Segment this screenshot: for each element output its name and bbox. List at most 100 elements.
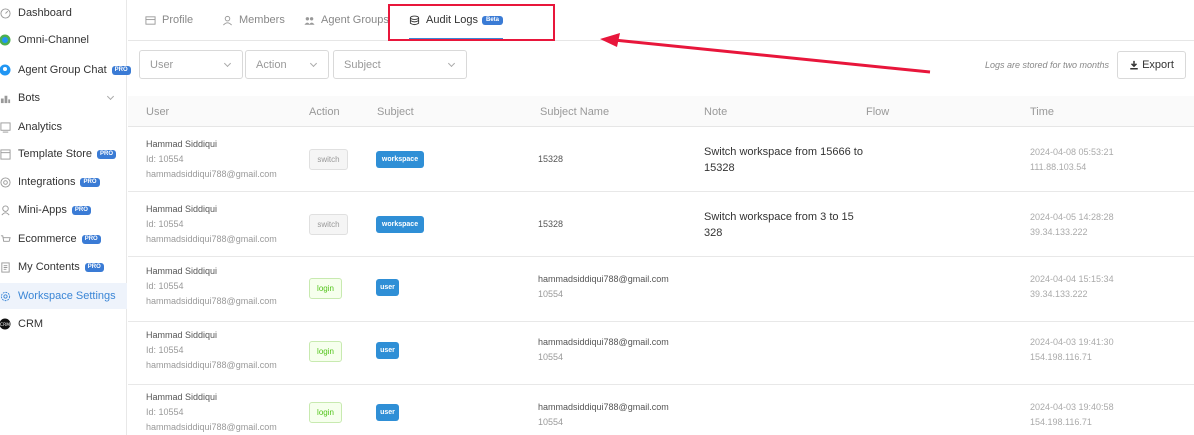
sidebar-item-label: Workspace Settings [18, 290, 116, 302]
column-header-subject: Subject [377, 106, 414, 118]
column-header-subject-name: Subject Name [540, 106, 610, 118]
subject-name-cell: hammadsiddiqui788@gmail.com 10554 [538, 335, 669, 365]
note-cell: Switch workspace from 15666 to 15328 [704, 146, 863, 174]
sidebar: Dashboard Omni-Channel Agent Group Chat … [0, 0, 131, 435]
subject-id: 10554 [538, 352, 564, 362]
user-id: Id: 10554 [146, 281, 184, 291]
subject-id: 10554 [538, 289, 564, 299]
retention-note: Logs are stored for two months [985, 60, 1110, 70]
tab-members[interactable]: Members [222, 0, 285, 40]
subject-name: hammadsiddiqui788@gmail.com [538, 337, 669, 347]
subject-name-cell: 15328 [538, 152, 563, 167]
ip-address: 111.88.103.54 [1030, 162, 1087, 172]
action-tag: login [309, 341, 342, 362]
sidebar-item-mini-apps[interactable]: Mini-Apps PRO [0, 197, 127, 223]
subject-tag: workspace [376, 151, 424, 168]
chevron-down-icon [223, 59, 232, 68]
crm-icon: CRM [0, 318, 11, 330]
template-store-icon [0, 148, 11, 160]
sidebar-item-label: CRM [18, 318, 44, 330]
integrations-icon [0, 176, 11, 188]
ip-address: 39.34.133.222 [1030, 289, 1088, 299]
filter-placeholder: User [150, 58, 174, 71]
column-header-flow: Flow [866, 106, 890, 118]
pro-badge: PRO [71, 205, 91, 215]
sidebar-item-omni-channel[interactable]: Omni-Channel [0, 27, 127, 53]
user-name: Hammad Siddiqui [146, 330, 218, 340]
export-label: Export [1142, 59, 1174, 71]
subject-name: 15328 [538, 219, 564, 229]
user-email: hammadsiddiqui788@gmail.com [146, 234, 277, 244]
svg-text:CRM: CRM [0, 322, 10, 328]
subject-name-cell: hammadsiddiqui788@gmail.com 10554 [538, 400, 669, 430]
user-cell: Hammad Siddiqui Id: 10554 hammadsiddiqui… [146, 390, 277, 435]
time-cell: 2024-04-03 19:40:58 154.198.116.71 [1030, 400, 1114, 430]
pro-badge: PRO [80, 177, 100, 187]
sidebar-item-my-contents[interactable]: My Contents PRO [0, 254, 127, 280]
members-icon [222, 15, 233, 26]
annotation-arrow [600, 33, 931, 74]
table-row: Hammad Siddiqui Id: 10554 hammadsiddiqui… [128, 258, 1194, 322]
sidebar-item-template-store[interactable]: Template Store PRO [0, 141, 127, 167]
time-cell: 2024-04-04 15:15:34 39.34.133.222 [1030, 272, 1114, 302]
sidebar-item-analytics[interactable]: Analytics [0, 114, 127, 140]
subject-filter-select[interactable]: Subject [333, 50, 467, 79]
sidebar-item-crm[interactable]: CRM CRM [0, 311, 127, 337]
tab-agent-groups[interactable]: Agent Groups [304, 0, 389, 40]
analytics-icon [0, 121, 11, 133]
subject-name: 15328 [538, 154, 564, 164]
user-name: Hammad Siddiqui [146, 204, 218, 214]
table-row: Hammad Siddiqui Id: 10554 hammadsiddiqui… [128, 128, 1194, 192]
column-header-note: Note [704, 106, 728, 118]
action-tag: login [309, 402, 342, 423]
mini-apps-icon [0, 204, 11, 216]
user-email: hammadsiddiqui788@gmail.com [146, 422, 277, 432]
sidebar-item-label: Ecommerce [18, 233, 77, 245]
bots-icon [0, 92, 11, 104]
user-email: hammadsiddiqui788@gmail.com [146, 169, 277, 179]
time-cell: 2024-04-08 05:53:21 111.88.103.54 [1030, 145, 1114, 175]
sidebar-item-label: Bots [18, 92, 41, 104]
dashboard-icon [0, 7, 11, 19]
timestamp: 2024-04-04 15:15:34 [1030, 274, 1114, 284]
subject-id: 10554 [538, 417, 564, 427]
sidebar-item-integrations[interactable]: Integrations PRO [0, 169, 127, 195]
sidebar-item-ecommerce[interactable]: Ecommerce PRO [0, 226, 127, 252]
pro-badge: PRO [96, 149, 116, 159]
profile-icon [145, 15, 156, 26]
column-header-user: User [146, 106, 170, 118]
user-id: Id: 10554 [146, 407, 184, 417]
timestamp: 2024-04-03 19:40:58 [1030, 402, 1114, 412]
sidebar-item-label: Integrations [18, 176, 76, 188]
table-row: Hammad Siddiqui Id: 10554 hammadsiddiqui… [128, 193, 1194, 257]
beta-badge: Beta [481, 15, 503, 25]
subject-name: hammadsiddiqui788@gmail.com [538, 402, 669, 412]
subject-tag: workspace [376, 216, 424, 233]
ip-address: 39.34.133.222 [1030, 227, 1088, 237]
main-content: Profile Members Agent Groups Audit Logs … [128, 0, 1194, 435]
tab-profile[interactable]: Profile [145, 0, 193, 40]
subject-tag: user [376, 404, 399, 421]
sidebar-item-workspace-settings[interactable]: Workspace Settings [0, 283, 127, 309]
sidebar-item-agent-group-chat[interactable]: Agent Group Chat PRO [0, 57, 131, 83]
omni-channel-icon [0, 34, 11, 46]
export-button[interactable]: Export [1117, 51, 1186, 79]
table-row: Hammad Siddiqui Id: 10554 hammadsiddiqui… [128, 321, 1194, 385]
tab-audit-logs[interactable]: Audit Logs Beta [409, 0, 503, 40]
table-header: User Action Subject Subject Name Note Fl… [128, 96, 1194, 127]
ip-address: 154.198.116.71 [1030, 417, 1092, 427]
subject-tag: user [376, 279, 399, 296]
subject-name-cell: 15328 [538, 217, 563, 232]
sidebar-item-dashboard[interactable]: Dashboard [0, 0, 127, 26]
sidebar-item-label: Agent Group Chat [18, 64, 107, 76]
user-cell: Hammad Siddiqui Id: 10554 hammadsiddiqui… [146, 328, 277, 373]
agent-groups-icon [304, 15, 315, 26]
user-cell: Hammad Siddiqui Id: 10554 hammadsiddiqui… [146, 202, 277, 247]
chevron-down-icon [309, 59, 318, 68]
user-filter-select[interactable]: User [139, 50, 243, 79]
timestamp: 2024-04-08 05:53:21 [1030, 147, 1114, 157]
sidebar-item-label: Mini-Apps [18, 204, 67, 216]
sidebar-item-bots[interactable]: Bots [0, 85, 127, 111]
action-filter-select[interactable]: Action [245, 50, 329, 79]
sidebar-item-label: Dashboard [18, 7, 72, 19]
